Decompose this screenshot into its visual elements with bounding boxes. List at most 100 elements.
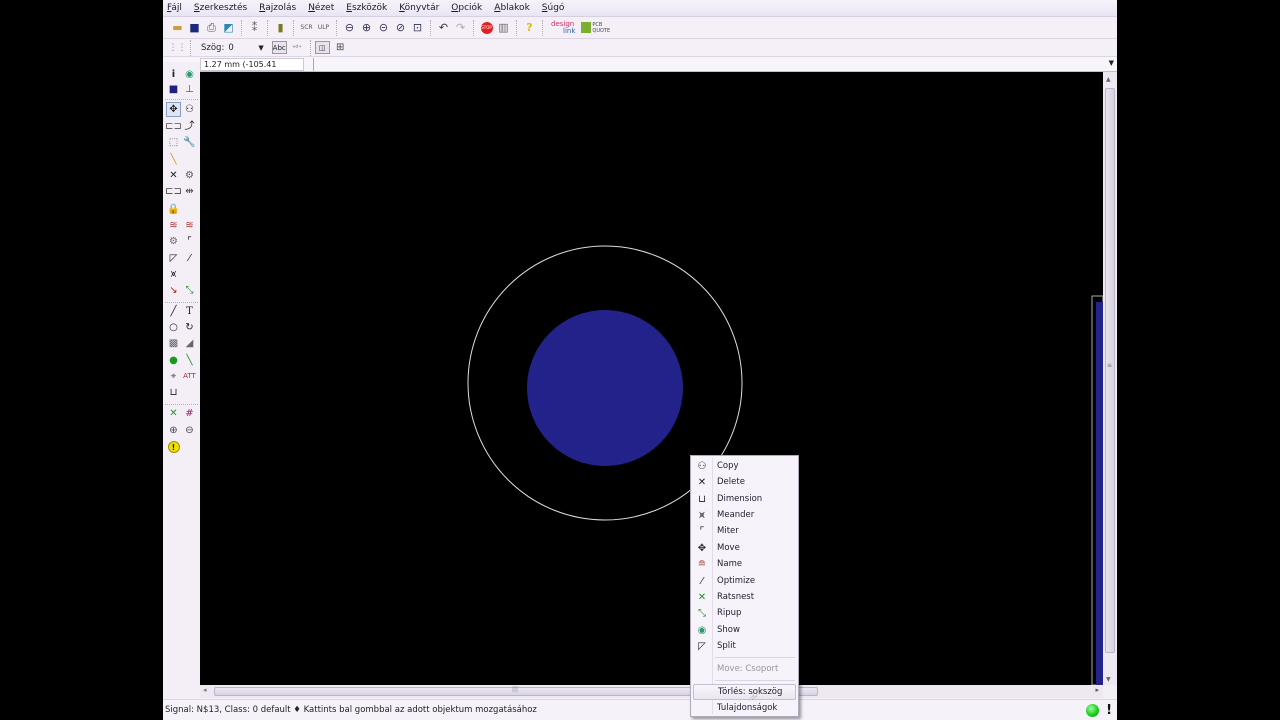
mirror-icon[interactable]: ⊏⊐ xyxy=(165,119,182,134)
print-icon[interactable]: ⎙ xyxy=(203,19,220,36)
rotate-icon[interactable]: ⤴ xyxy=(182,119,197,134)
scroll-right-icon[interactable]: ▸ xyxy=(1095,686,1099,694)
arc-icon[interactable]: ↻ xyxy=(182,320,197,335)
help-icon[interactable]: ? xyxy=(521,19,538,36)
via-icon[interactable]: ● xyxy=(166,353,181,368)
horizontal-scrollbar[interactable]: ◂ ||| ▸ xyxy=(200,685,1103,698)
zoom-select-icon[interactable]: ⊡ xyxy=(409,19,426,36)
delete-icon[interactable]: ✕ xyxy=(166,168,181,183)
split-icon[interactable]: ◸ xyxy=(166,251,181,266)
menu-draw[interactable]: Rajzolás xyxy=(259,3,296,13)
board-canvas[interactable] xyxy=(200,72,1103,685)
scr-script-icon[interactable]: SCR xyxy=(298,19,315,36)
context-menu-item-delete[interactable]: ✕ Delete xyxy=(693,474,796,490)
scroll-left-icon[interactable]: ◂ xyxy=(203,686,207,694)
go-icon[interactable]: ▥ xyxy=(495,19,512,36)
meander-icon[interactable]: ⩙ xyxy=(166,267,181,282)
value-icon[interactable]: ≋ xyxy=(182,218,197,233)
context-menu-item-show[interactable]: ◉ Show xyxy=(693,622,796,638)
attribute-icon[interactable]: ATT xyxy=(182,369,197,384)
context-menu-item-move[interactable]: ✥ Move xyxy=(693,540,796,556)
hole-icon[interactable]: ⌖ xyxy=(166,369,181,384)
menu-options[interactable]: Opciók xyxy=(451,3,482,13)
grid-icon[interactable]: ⋮⋮ xyxy=(169,39,187,56)
erc-icon[interactable]: ⊖ xyxy=(182,423,197,438)
show-icon[interactable]: ◉ xyxy=(182,67,197,82)
open-icon[interactable]: ▬ xyxy=(169,19,186,36)
replace-icon[interactable]: ⊏⊐ xyxy=(165,184,182,199)
auto-router-icon[interactable]: # xyxy=(182,406,197,421)
context-menu-item-name[interactable]: ≘ Name xyxy=(693,556,796,572)
drc-icon[interactable]: ⊕ xyxy=(166,423,181,438)
board-schematic-switch-icon[interactable]: ⁑ xyxy=(246,19,263,36)
mark-icon[interactable]: ⊥ xyxy=(182,82,197,97)
mirror-text-icon[interactable]: ᵛᵈ⁺ xyxy=(289,39,306,56)
change-icon[interactable]: 🔧 xyxy=(182,135,197,150)
scroll-up-icon[interactable]: ▲ xyxy=(1106,76,1111,83)
layout-split-icon[interactable]: ◫ xyxy=(314,41,330,54)
info-icon[interactable]: i xyxy=(166,67,181,82)
scroll-down-icon[interactable]: ▼ xyxy=(1106,676,1111,683)
menu-library[interactable]: Könyvtár xyxy=(399,3,439,13)
copy-icon[interactable]: ⚇ xyxy=(182,102,197,117)
context-menu-item-copy[interactable]: ⚇ Copy xyxy=(693,458,796,474)
paste-icon[interactable]: ╲ xyxy=(166,152,181,167)
chevron-down-icon[interactable]: ▼ xyxy=(258,44,263,52)
ripup-icon[interactable]: ⤡ xyxy=(182,283,197,298)
display-layers-icon[interactable]: ■ xyxy=(166,82,181,97)
rectangle-icon[interactable]: ▩ xyxy=(166,336,181,351)
undo-icon[interactable]: ↶ xyxy=(435,19,452,36)
warning-icon[interactable]: ! xyxy=(1106,703,1112,718)
route-icon[interactable]: ↘ xyxy=(166,283,181,298)
save-icon[interactable]: ■ xyxy=(186,19,203,36)
spin-text-icon[interactable]: Abc xyxy=(271,41,287,54)
move-icon[interactable]: ✥ xyxy=(166,102,181,117)
name-icon[interactable]: ⚙ xyxy=(166,234,181,249)
optimize-icon[interactable]: ⁄ xyxy=(182,251,197,266)
menu-file[interactable]: Fájl xyxy=(167,3,182,13)
signal-trace[interactable] xyxy=(1096,302,1103,685)
context-menu-item-properties[interactable]: Tulajdonságok xyxy=(693,700,796,716)
context-menu-item-optimize[interactable]: ⁄ Optimize xyxy=(693,573,796,589)
context-menu-item-ripup[interactable]: ⤡ Ripup xyxy=(693,605,796,621)
circle-icon[interactable]: ○ xyxy=(166,320,181,335)
menu-view[interactable]: Nézet xyxy=(308,3,334,13)
text-icon[interactable]: T xyxy=(182,304,197,319)
redo-icon[interactable]: ↷ xyxy=(452,19,469,36)
command-input[interactable] xyxy=(304,58,314,71)
vertical-scroll-thumb[interactable] xyxy=(1105,88,1115,653)
vertical-scrollbar[interactable]: ▲ ≡ ▼ xyxy=(1103,72,1117,685)
group-icon[interactable]: ⬚ xyxy=(166,135,181,150)
ratsnest-icon[interactable]: ✕ xyxy=(166,406,181,421)
via-pad[interactable] xyxy=(527,310,683,466)
angle-select[interactable]: 0 xyxy=(228,43,258,53)
zoom-in-icon[interactable]: ⊕ xyxy=(358,19,375,36)
context-menu-item-split[interactable]: ◸ Split xyxy=(693,638,796,654)
menu-window[interactable]: Ablakok xyxy=(494,3,530,13)
signal-icon[interactable]: ╲ xyxy=(182,353,197,368)
context-menu-item-meander[interactable]: ⩙ Meander xyxy=(693,507,796,523)
library-icon[interactable]: ▮ xyxy=(272,19,289,36)
zoom-fit-icon[interactable]: ⊖ xyxy=(341,19,358,36)
add-icon[interactable]: ⚙ xyxy=(182,168,197,183)
errors-icon[interactable]: ! xyxy=(166,439,181,454)
context-menu-item-delete-polygon[interactable]: Törlés: sokszög xyxy=(693,684,796,700)
context-menu-item-dimension[interactable]: ⊔ Dimension xyxy=(693,491,796,507)
miter-icon[interactable]: ⌜ xyxy=(182,234,197,249)
wire-icon[interactable]: ╱ xyxy=(166,304,181,319)
lock-icon[interactable]: 🔒 xyxy=(166,202,181,217)
smash-icon[interactable]: ≋ xyxy=(166,218,181,233)
dimension-icon[interactable]: ⊔ xyxy=(166,385,181,400)
zoom-out-icon[interactable]: ⊝ xyxy=(375,19,392,36)
menu-edit[interactable]: Szerkesztés xyxy=(194,3,247,13)
pcb-quote-logo[interactable]: PCB QUOTE xyxy=(581,22,610,34)
pinswap-icon[interactable]: ⇹ xyxy=(182,184,197,199)
command-history-dropdown-icon[interactable]: ▼ xyxy=(1109,59,1114,67)
polygon-icon[interactable]: ◢ xyxy=(182,336,197,351)
menu-help[interactable]: Súgó xyxy=(542,3,565,13)
context-menu-item-ratsnest[interactable]: ✕ Ratsnest xyxy=(693,589,796,605)
layout-grid-icon[interactable]: ⊞ xyxy=(332,39,349,56)
stop-icon[interactable]: STOP xyxy=(478,19,495,36)
zoom-redraw-icon[interactable]: ⊘ xyxy=(392,19,409,36)
cam-icon[interactable]: ◩ xyxy=(220,19,237,36)
